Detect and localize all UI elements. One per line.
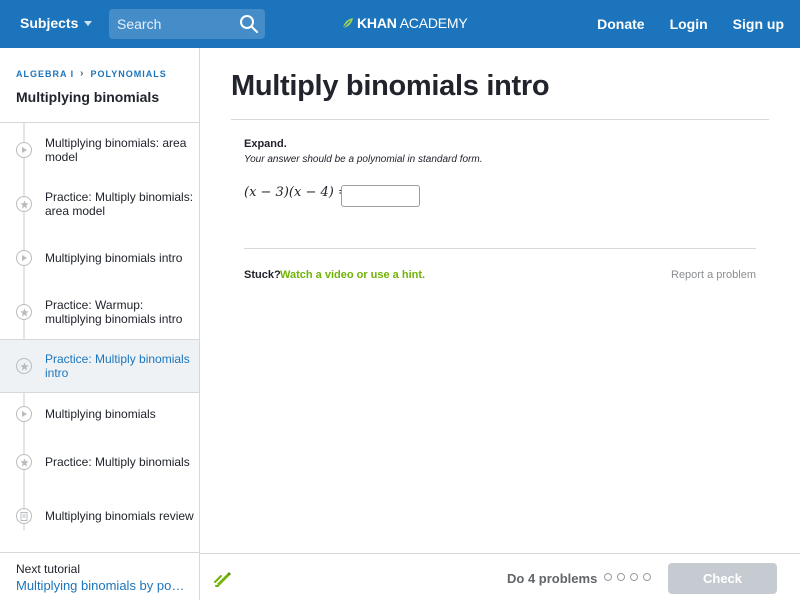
- exercise-footer: Do 4 problems Check: [200, 553, 800, 600]
- tutorial-item-list: Multiplying binomials: area model Practi…: [0, 122, 199, 543]
- sidebar-item-warmup-practice[interactable]: Practice: Warmup: multiplying binomials …: [0, 285, 199, 339]
- sidebar-item-label: Practice: Warmup: multiplying binomials …: [45, 298, 183, 326]
- subjects-label: Subjects: [20, 15, 79, 31]
- tutorial-title: Multiplying binomials: [16, 89, 160, 105]
- scratchpad-pencil-icon[interactable]: [213, 568, 233, 588]
- star-icon: [16, 454, 32, 470]
- sidebar-item-review[interactable]: Multiplying binomials review: [0, 489, 199, 543]
- play-icon: [16, 406, 32, 422]
- progress-dot: [630, 573, 638, 581]
- sidebar-item-intro-video[interactable]: Multiplying binomials intro: [0, 231, 199, 285]
- sidebar-item-area-model-video[interactable]: Multiplying binomials: area model: [0, 123, 199, 177]
- login-link[interactable]: Login: [670, 16, 708, 32]
- star-icon: [16, 358, 32, 374]
- problem-divider: [244, 248, 756, 249]
- answer-input[interactable]: [341, 185, 420, 207]
- sidebar-item-label: Practice: Multiply binomials: area model: [45, 190, 194, 218]
- check-button[interactable]: Check: [668, 563, 777, 594]
- sidebar-item-area-model-practice[interactable]: Practice: Multiply binomials: area model: [0, 177, 199, 231]
- sidebar-item-label: Multiplying binomials: area model: [45, 136, 187, 164]
- problem-progress-dots: [604, 573, 651, 581]
- sidebar-item-binomials-video[interactable]: Multiplying binomials: [0, 393, 199, 435]
- logo-academy-text: ACADEMY: [399, 15, 468, 31]
- star-icon: [16, 304, 32, 320]
- top-navigation-bar: Subjects KHANACADEMY Donate Login Sign u…: [0, 0, 800, 48]
- prompt-instruction: Your answer should be a polynomial in st…: [244, 154, 483, 165]
- sidebar-item-label: Practice: Multiply binomials: [45, 455, 190, 469]
- sidebar-item-intro-practice[interactable]: Practice: Multiply binomials intro: [0, 339, 199, 393]
- stuck-label: Stuck?: [244, 269, 281, 281]
- khan-academy-logo[interactable]: KHAN ACADEMY: [342, 15, 468, 31]
- play-icon: [16, 142, 32, 158]
- logo-khan-text: KHAN: [357, 15, 397, 31]
- search-icon[interactable]: [239, 14, 259, 34]
- next-tutorial-link[interactable]: Multiplying binomials by polynomials: [16, 578, 186, 593]
- donate-link[interactable]: Donate: [597, 16, 644, 32]
- tutorial-sidebar: ALGEBRA I › POLYNOMIALS Multiplying bino…: [0, 48, 200, 600]
- search-input[interactable]: [109, 9, 233, 39]
- sidebar-item-label: Multiplying binomials: [45, 407, 156, 421]
- chevron-right-icon: ›: [80, 68, 85, 79]
- progress-dot: [643, 573, 651, 581]
- play-icon: [16, 250, 32, 266]
- problem-goal-text: Do 4 problems: [507, 571, 598, 586]
- leaf-icon: [342, 18, 353, 29]
- breadcrumb-polynomials[interactable]: POLYNOMIALS: [91, 69, 167, 79]
- breadcrumb-algebra[interactable]: ALGEBRA I: [16, 69, 74, 79]
- math-expression: (x − 3)(x − 4) =: [244, 185, 349, 200]
- document-icon: [16, 508, 32, 524]
- prompt-heading: Expand.: [244, 138, 287, 150]
- chevron-down-icon: [84, 20, 93, 26]
- subjects-menu[interactable]: Subjects: [20, 15, 93, 31]
- sidebar-item-label: Multiplying binomials intro: [45, 251, 183, 265]
- progress-dot: [617, 573, 625, 581]
- search-box: [109, 9, 265, 39]
- hint-link[interactable]: Watch a video or use a hint.: [280, 269, 425, 281]
- report-problem-link[interactable]: Report a problem: [671, 269, 756, 281]
- next-tutorial-label: Next tutorial: [16, 562, 81, 576]
- next-tutorial: Next tutorial Multiplying binomials by p…: [0, 552, 199, 600]
- sidebar-item-label: Practice: Multiply binomials intro: [45, 352, 190, 380]
- page-title: Multiply binomials intro: [231, 70, 550, 102]
- account-links: Donate Login Sign up: [597, 16, 784, 32]
- progress-dot: [604, 573, 612, 581]
- signup-link[interactable]: Sign up: [733, 16, 784, 32]
- sidebar-item-binomials-practice[interactable]: Practice: Multiply binomials: [0, 435, 199, 489]
- title-divider: [231, 119, 769, 120]
- breadcrumb: ALGEBRA I › POLYNOMIALS: [16, 68, 167, 79]
- star-icon: [16, 196, 32, 212]
- sidebar-item-label: Multiplying binomials review: [45, 509, 194, 523]
